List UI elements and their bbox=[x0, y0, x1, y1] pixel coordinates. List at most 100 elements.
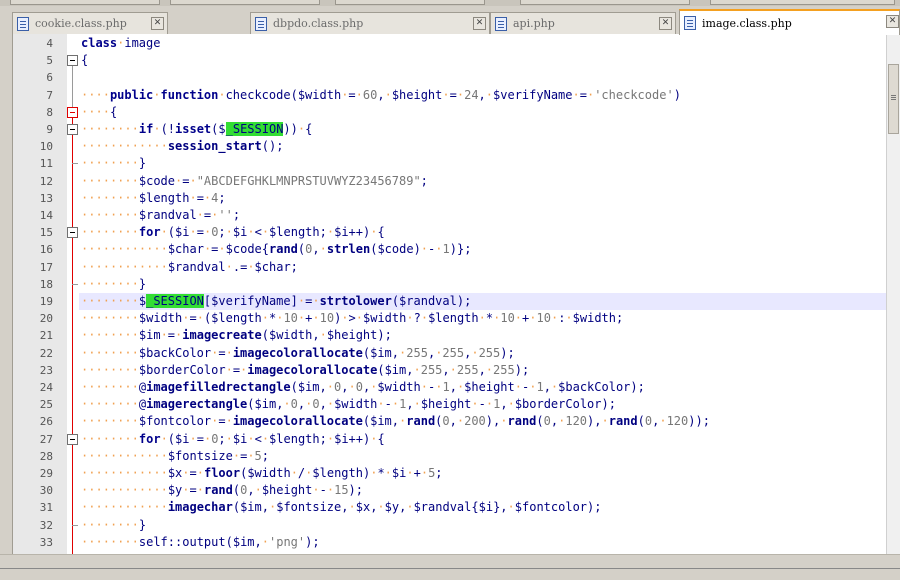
line-number: 22 bbox=[39, 346, 53, 360]
code-line[interactable]: 21 ········$im·=·imagecreate($width,·$hei… bbox=[13, 327, 900, 344]
code-text: ········} bbox=[81, 276, 147, 291]
code-text: ········$code·=·"ABCDEFGHKLMNPRSTUVWYZ23… bbox=[81, 173, 428, 188]
tab-label: dbpdo.class.php bbox=[273, 17, 364, 30]
code-text: ········for·($i·=·0;·$i·<·$length;·$i++)… bbox=[81, 225, 385, 240]
code-text: ············imagechar($im,·$fontsize,·$x… bbox=[81, 500, 602, 515]
code-line[interactable]: 29 ············$x·=·floor($width·/·$lengt… bbox=[13, 465, 900, 482]
line-number: 25 bbox=[39, 398, 53, 412]
code-text: ····{ bbox=[81, 104, 118, 119]
code-line[interactable]: 26 ········$fontcolor·=·imagecolorallocat… bbox=[13, 413, 900, 430]
code-line[interactable]: 16 ············$char·=·$code{rand(0,·strl… bbox=[13, 241, 900, 258]
tab-image-class-php[interactable]: image.class.php ✕ bbox=[679, 9, 900, 35]
code-line[interactable]: 5{ bbox=[13, 52, 900, 69]
close-tab-icon[interactable]: ✕ bbox=[659, 17, 672, 30]
code-text: ············$fontsize·=·5; bbox=[81, 448, 270, 463]
php-file-icon bbox=[17, 16, 29, 31]
line-number: 32 bbox=[39, 518, 53, 532]
code-text: class·image bbox=[81, 36, 161, 50]
vertical-scrollbar[interactable] bbox=[886, 34, 900, 554]
partial-tab[interactable] bbox=[520, 0, 690, 5]
horizontal-scrollbar[interactable] bbox=[0, 554, 900, 580]
code-line[interactable]: 23 ········$borderColor·=·imagecoloralloc… bbox=[13, 362, 900, 379]
code-line[interactable]: 28 ············$fontsize·=·5; bbox=[13, 448, 900, 465]
close-tab-icon[interactable]: ✕ bbox=[886, 15, 899, 28]
code-line[interactable]: 18 ········} bbox=[13, 276, 900, 293]
code-line[interactable]: 8 ····{ bbox=[13, 104, 900, 121]
code-line[interactable]: 20 ········$width·=·($length·*·10·+·10)·>… bbox=[13, 310, 900, 327]
line-number: 21 bbox=[39, 329, 53, 343]
close-tab-icon[interactable]: ✕ bbox=[151, 17, 164, 30]
tab-dbpdo-class-php[interactable]: dbpdo.class.php ✕ bbox=[250, 12, 490, 34]
code-text: ············$y·=·rand(0,·$height·-·15); bbox=[81, 483, 364, 498]
line-number: 30 bbox=[39, 484, 53, 498]
code-line[interactable]: 17 ············$randval·.=·$char; bbox=[13, 259, 900, 276]
code-text: ········$randval·=·''; bbox=[81, 208, 241, 222]
code-line[interactable]: 32 ········} bbox=[13, 517, 900, 534]
fold-end bbox=[72, 524, 78, 526]
tab-api-php[interactable]: api.php ✕ bbox=[490, 12, 676, 34]
code-line[interactable]: 6 bbox=[13, 69, 900, 86]
code-text: ········$borderColor·=·imagecolorallocat… bbox=[81, 362, 530, 377]
code-line[interactable]: 22 ········$backColor·=·imagecolorallocat… bbox=[13, 345, 900, 362]
code-line[interactable]: 11 ········} bbox=[13, 155, 900, 172]
fold-guide bbox=[72, 117, 73, 554]
tab-label: api.php bbox=[513, 17, 555, 30]
fold-toggle-icon[interactable] bbox=[67, 433, 78, 445]
divider bbox=[0, 568, 900, 569]
code-text: ········if·(!isset($_SESSION))·{ bbox=[81, 122, 313, 136]
code-line[interactable]: 7 ····public·function·checkcode($width·=·… bbox=[13, 87, 900, 104]
code-text: { bbox=[81, 53, 89, 68]
line-number: 15 bbox=[39, 226, 53, 240]
php-file-icon bbox=[255, 16, 267, 31]
code-text: ············$randval·.=·$char; bbox=[81, 259, 298, 274]
code-line[interactable]: 25 ········@imagerectangle($im,·0,·0,·$wi… bbox=[13, 396, 900, 413]
line-number: 12 bbox=[39, 174, 53, 188]
line-number: 7 bbox=[46, 88, 53, 102]
code-line[interactable]: 27 ········for·($i·=·0;·$i·<·$length;·$i+… bbox=[13, 431, 900, 448]
code-text: ········self::output($im,·'png'); bbox=[81, 534, 320, 549]
line-number: 16 bbox=[39, 243, 53, 257]
partial-tab[interactable] bbox=[335, 0, 485, 5]
line-number: 14 bbox=[39, 209, 53, 222]
line-number: 5 bbox=[46, 54, 53, 68]
close-tab-icon[interactable]: ✕ bbox=[473, 17, 486, 30]
code-line[interactable]: 24 ········@imagefilledrectangle($im,·0,·… bbox=[13, 379, 900, 396]
code-text: ········$fontcolor·=·imagecolorallocate(… bbox=[81, 414, 710, 429]
code-line[interactable]: 4 class·image bbox=[13, 35, 900, 52]
code-line[interactable]: 30 ············$y·=·rand(0,·$height·-·15)… bbox=[13, 482, 900, 499]
fold-toggle-icon[interactable] bbox=[67, 227, 78, 239]
code-line[interactable]: 15 ········for·($i·=·0;·$i·<·$length;·$i+… bbox=[13, 224, 900, 241]
php-file-icon bbox=[495, 16, 507, 31]
line-number: 10 bbox=[39, 140, 53, 154]
code-line[interactable]: 12 ········$code·=·"ABCDEFGHKLMNPRSTUVWYZ… bbox=[13, 173, 900, 190]
code-text: ············session_start(); bbox=[81, 139, 284, 154]
line-number: 8 bbox=[46, 105, 53, 119]
code-line[interactable]: 33 ········self::output($im,·'png'); bbox=[13, 534, 900, 551]
partial-tab[interactable] bbox=[710, 0, 895, 5]
code-line[interactable]: 31 ············imagechar($im,·$fontsize,·… bbox=[13, 499, 900, 516]
code-text: ····public·function·checkcode($width·=·6… bbox=[81, 87, 681, 102]
code-line[interactable]: 13 ········$length·=·4; bbox=[13, 190, 900, 207]
tab-cookie-class-php[interactable]: cookie.class.php ✕ bbox=[12, 12, 168, 34]
fold-end bbox=[72, 283, 78, 285]
line-number: 17 bbox=[39, 260, 53, 274]
php-file-icon bbox=[684, 16, 696, 30]
line-number: 31 bbox=[39, 501, 53, 515]
code-text: ········for·($i·=·0;·$i·<·$length;·$i++)… bbox=[81, 431, 385, 446]
code-line[interactable]: 9 ········if·(!isset($_SESSION))·{ bbox=[13, 121, 900, 138]
line-number: 28 bbox=[39, 449, 53, 463]
fold-toggle-icon[interactable] bbox=[67, 124, 78, 135]
code-line[interactable]: 14 ········$randval·=·''; bbox=[13, 207, 900, 224]
fold-toggle-icon[interactable] bbox=[67, 55, 78, 67]
line-number: 11 bbox=[39, 157, 53, 171]
code-editor[interactable]: 4 class·image 5{6 7 ····public·function·chec… bbox=[12, 34, 900, 554]
code-text: ········$im·=·imagecreate($width,·$heigh… bbox=[81, 328, 392, 343]
scrollbar-thumb[interactable] bbox=[888, 64, 899, 134]
code-line[interactable]: 19 ········$_SESSION[$verifyName]·=·strto… bbox=[13, 293, 900, 310]
code-text: ········$_SESSION[$verifyName]·=·strtolo… bbox=[81, 294, 472, 308]
code-line[interactable]: 10 ············session_start(); bbox=[13, 138, 900, 155]
partial-tab[interactable] bbox=[170, 0, 320, 5]
line-number: 33 bbox=[39, 535, 53, 549]
partial-tab[interactable] bbox=[10, 0, 160, 5]
fold-toggle-icon[interactable] bbox=[67, 106, 78, 118]
